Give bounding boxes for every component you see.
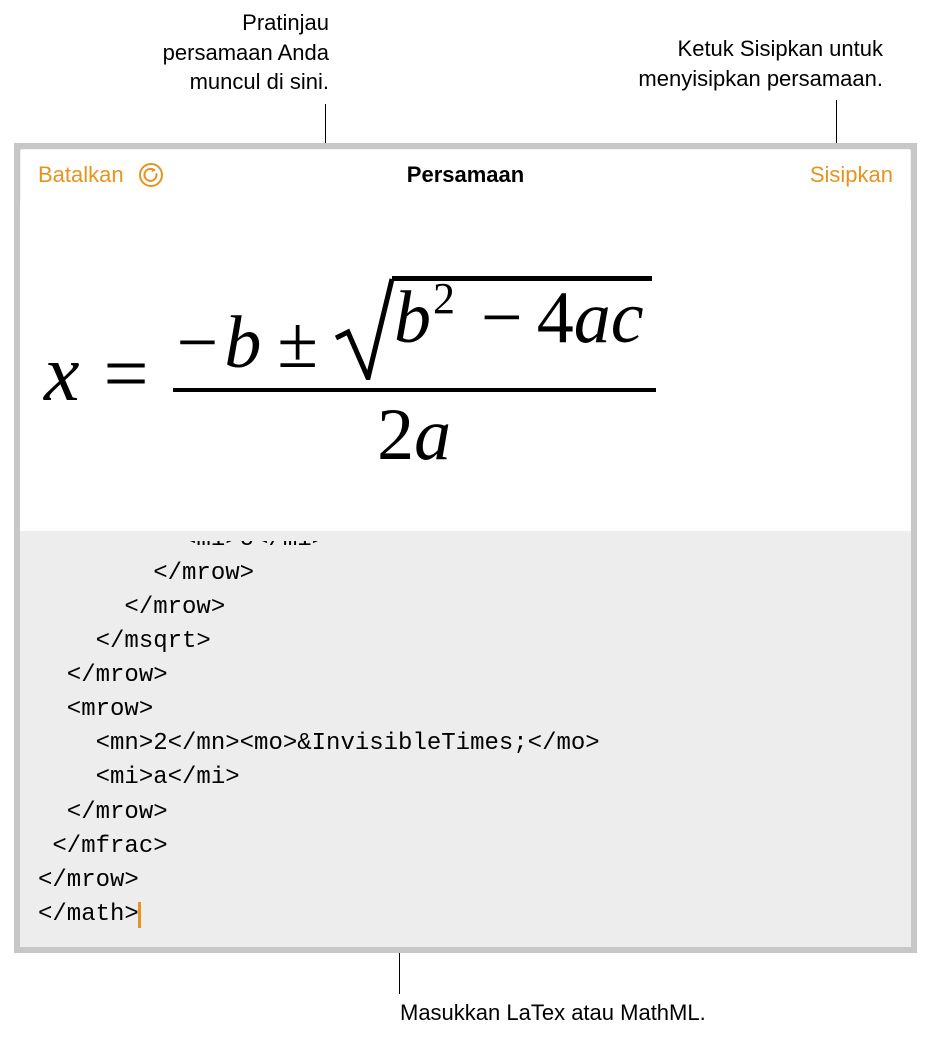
code-line: </mrow> — [38, 867, 139, 894]
equation-math: x = − b ± b — [44, 276, 656, 472]
callout-insert-hint-text: Ketuk Sisipkan untukmenyisipkan persamaa… — [638, 36, 883, 91]
op-minus: − — [177, 306, 219, 380]
sqrt: b 2 − 4 a c — [334, 276, 652, 380]
cancel-button[interactable]: Batalkan — [38, 162, 124, 188]
code-line: </math> — [38, 901, 139, 928]
code-text: </mrow> </mrow> </msqrt> </mrow> <mrow> … — [38, 557, 893, 932]
den-a: a — [414, 394, 451, 476]
rad-c: c — [611, 281, 644, 355]
rad-exp: 2 — [433, 277, 455, 321]
code-line: </mrow> — [38, 799, 168, 826]
op-plus-minus: ± — [277, 306, 318, 380]
numerator: − b ± b 2 − — [173, 276, 656, 388]
panel-frame: Batalkan Persamaan Sisipkan x = — [14, 143, 917, 953]
radicand-box: b 2 − 4 a c — [392, 276, 652, 355]
radical-icon — [334, 276, 394, 380]
var-b: b — [224, 306, 261, 380]
toolbar: Batalkan Persamaan Sisipkan — [20, 149, 911, 201]
code-line: <mrow> — [38, 696, 153, 723]
equation-panel: Batalkan Persamaan Sisipkan x = — [20, 149, 911, 947]
rad-a: a — [574, 281, 611, 355]
fraction: − b ± b 2 − — [173, 276, 656, 472]
callout-input-hint-text: Masukkan LaTex atau MathML. — [400, 1000, 706, 1025]
code-partial-text: <mi>c</mi> — [38, 541, 326, 557]
text-cursor — [138, 902, 141, 928]
callout-insert-hint: Ketuk Sisipkan untukmenyisipkan persamaa… — [523, 34, 883, 93]
callout-input-hint: Masukkan LaTex atau MathML. — [400, 998, 900, 1028]
code-line: </msqrt> — [38, 628, 211, 655]
equation-preview: x = − b ± b — [20, 201, 911, 531]
op-equals: = — [104, 329, 149, 420]
undo-icon[interactable] — [138, 162, 164, 188]
rad-4: 4 — [537, 281, 574, 355]
code-line: </mrow> — [38, 594, 225, 621]
code-partial-line: <mi>c</mi> — [38, 541, 893, 557]
var-x: x — [44, 329, 80, 420]
insert-button[interactable]: Sisipkan — [810, 162, 893, 188]
callout-preview-text: Pratinjaupersamaan Andamuncul di sini. — [163, 10, 329, 94]
rad-b: b — [394, 281, 431, 355]
rad-minus: − — [481, 281, 523, 355]
code-line: </mrow> — [38, 560, 254, 587]
code-line: <mi>a</mi> — [38, 764, 240, 791]
den-2: 2 — [377, 394, 414, 476]
code-line: </mrow> — [38, 662, 168, 689]
code-input-area[interactable]: <mi>c</mi> </mrow> </mrow> </msqrt> </mr… — [20, 531, 911, 947]
callout-preview: Pratinjaupersamaan Andamuncul di sini. — [9, 8, 329, 97]
code-line: </mfrac> — [38, 833, 168, 860]
toolbar-left-group: Batalkan — [38, 162, 164, 188]
code-line: <mn>2</mn><mo>&InvisibleTimes;</mo> — [38, 730, 600, 757]
denominator: 2a — [377, 392, 451, 472]
radicand: b 2 − 4 a c — [394, 281, 644, 355]
